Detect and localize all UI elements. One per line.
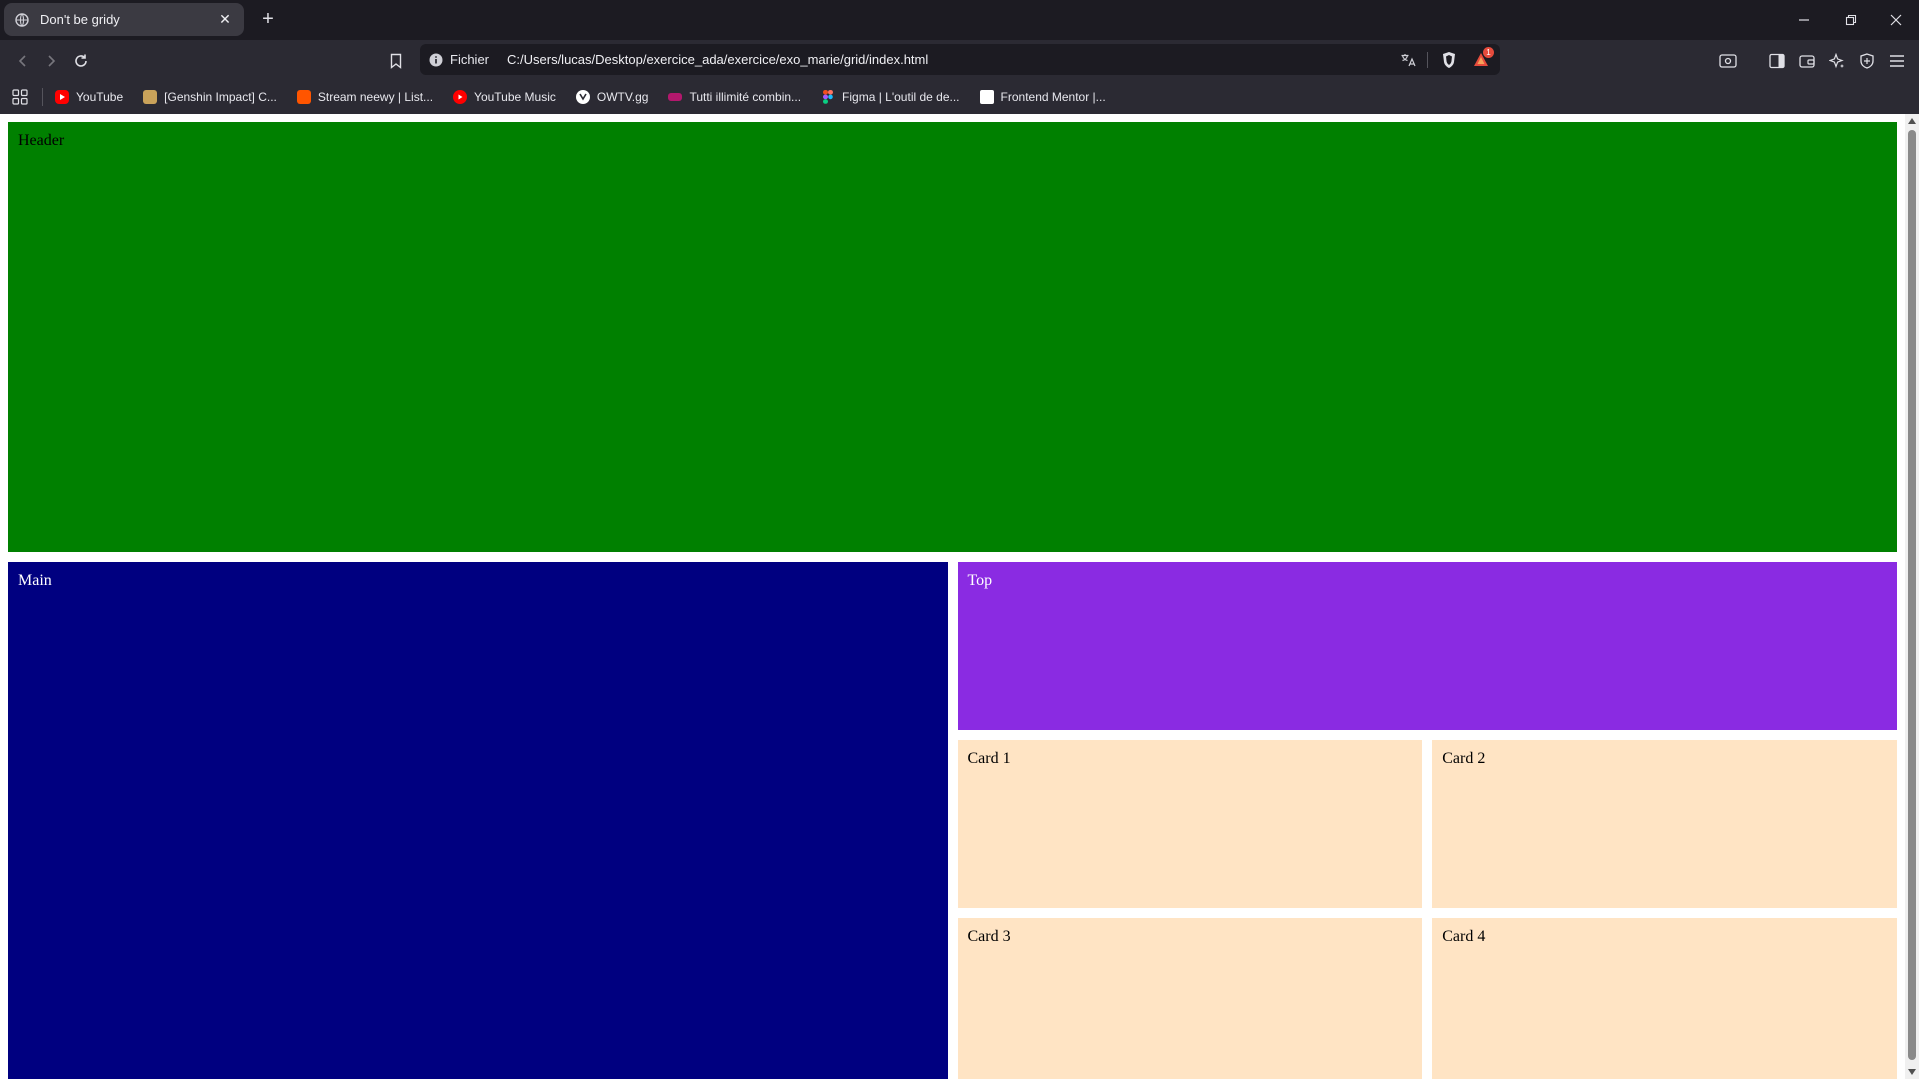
bookmark-label: Tutti illimité combin...	[689, 90, 802, 104]
screenshot-search-icon[interactable]	[1716, 49, 1740, 73]
navigation-bar: Fichier C:/Users/lucas/Desktop/exercice_…	[0, 40, 1919, 80]
top-area: Top	[957, 562, 1897, 730]
tab-close-icon[interactable]: ✕	[216, 11, 234, 28]
card-1: Card 1	[957, 740, 1423, 908]
top-label: Top	[967, 572, 993, 589]
bookmark-youtube[interactable]: YouTube	[55, 90, 123, 104]
scroll-down-icon[interactable]	[1908, 1069, 1916, 1075]
bookmark-label: Frontend Mentor |...	[1000, 90, 1106, 104]
bookmark-frontend-mentor[interactable]: Frontend Mentor |...	[979, 90, 1106, 104]
apps-grid-icon[interactable]	[10, 87, 30, 107]
header-label: Header	[18, 132, 65, 149]
main-label: Main	[18, 572, 52, 589]
bookmark-sncf[interactable]: Tutti illimité combin...	[668, 90, 801, 104]
bookmark-soundcloud[interactable]: Stream neewy | List...	[296, 90, 434, 104]
bookmark-label: OWTV.gg	[596, 90, 649, 104]
youtube-icon	[55, 90, 69, 104]
right-column: Top Card 1 Card 2 Card 3 Card 4	[957, 562, 1897, 1079]
figma-icon	[821, 90, 835, 104]
bookmark-label: YouTube Music	[474, 90, 556, 104]
tab-title: Don't be gridy	[40, 12, 120, 27]
card-label: Card 4	[1442, 928, 1486, 945]
globe-icon	[14, 12, 30, 28]
url-text[interactable]: C:/Users/lucas/Desktop/exercice_ada/exer…	[507, 52, 1387, 67]
brave-rewards-icon[interactable]: 1	[1470, 46, 1494, 71]
soundcloud-icon	[296, 90, 311, 104]
new-tab-button[interactable]: +	[256, 8, 280, 32]
wallet-icon[interactable]	[1795, 49, 1819, 73]
minimize-button[interactable]	[1781, 0, 1827, 40]
brave-shields-icon[interactable]	[1438, 49, 1460, 71]
back-button[interactable]	[10, 48, 36, 74]
card-2: Card 2	[1432, 740, 1897, 908]
info-icon[interactable]	[428, 52, 444, 68]
reload-button[interactable]	[68, 48, 94, 74]
browser-tab[interactable]: Don't be gridy ✕	[4, 3, 244, 36]
card-label: Card 1	[967, 750, 1011, 767]
youtube-music-icon	[453, 90, 468, 104]
url-scheme-label: Fichier	[450, 52, 490, 67]
genshin-icon	[143, 90, 158, 104]
scrollbar-thumb[interactable]	[1908, 130, 1916, 1060]
bookmark-label: YouTube	[76, 90, 124, 104]
frontend-mentor-icon	[979, 90, 994, 104]
bookmark-label: Figma | L'outil de de...	[842, 90, 960, 104]
main-area: Main	[8, 562, 948, 1079]
rewards-badge: 1	[1483, 46, 1494, 58]
card-label: Card 3	[967, 928, 1011, 945]
grid-container: Header Main Top Card 1 Card 2 Card 3 Car…	[8, 122, 1897, 1079]
bookmark-label: [Genshin Impact] C...	[164, 90, 277, 104]
owtv-icon	[575, 90, 590, 104]
menu-icon[interactable]	[1885, 49, 1909, 73]
forward-button[interactable]	[38, 48, 64, 74]
sncf-icon	[668, 93, 683, 101]
bookmarks-separator	[42, 88, 43, 106]
tab-strip: Don't be gridy ✕ +	[0, 0, 1919, 40]
translate-icon[interactable]	[1397, 49, 1419, 71]
bookmark-figma[interactable]: Figma | L'outil de de...	[821, 90, 960, 104]
page-viewport: Header Main Top Card 1 Card 2 Card 3 Car…	[0, 114, 1919, 1079]
scroll-up-icon[interactable]	[1908, 118, 1916, 124]
leo-ai-icon[interactable]	[1825, 49, 1849, 73]
card-label: Card 2	[1442, 750, 1486, 767]
header-area: Header	[8, 122, 1897, 552]
address-bar[interactable]: Fichier C:/Users/lucas/Desktop/exercice_…	[420, 44, 1500, 75]
restore-button[interactable]	[1828, 0, 1874, 40]
bookmark-youtube-music[interactable]: YouTube Music	[453, 90, 556, 104]
bookmark-label: Stream neewy | List...	[317, 90, 434, 104]
vertical-scrollbar[interactable]	[1905, 114, 1919, 1079]
card-4: Card 4	[1432, 918, 1897, 1079]
sidebar-toggle-icon[interactable]	[1765, 49, 1789, 73]
vpn-shield-icon[interactable]	[1855, 49, 1879, 73]
bookmark-genshin[interactable]: [Genshin Impact] C...	[143, 90, 277, 104]
close-window-button[interactable]	[1873, 0, 1919, 40]
bookmarks-bar: YouTube [Genshin Impact] C... Stream nee…	[0, 80, 1919, 114]
bookmark-icon[interactable]	[383, 48, 409, 74]
bookmark-owtv[interactable]: OWTV.gg	[575, 90, 649, 104]
card-3: Card 3	[957, 918, 1423, 1079]
